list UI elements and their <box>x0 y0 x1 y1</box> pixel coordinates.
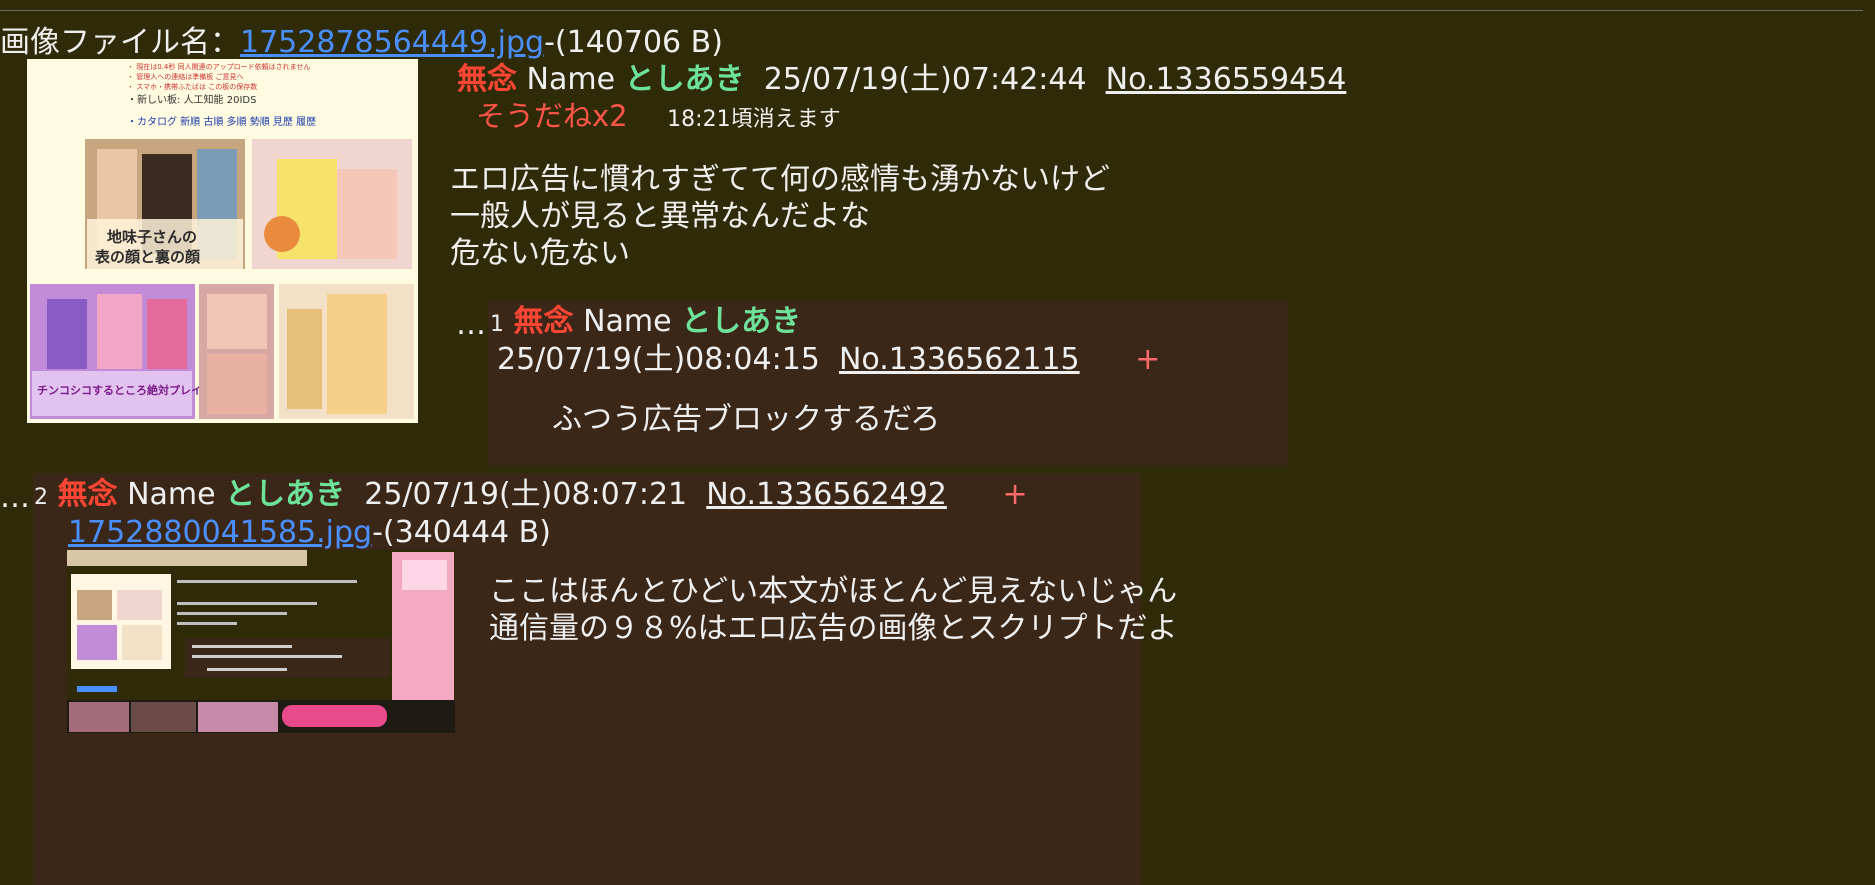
reply-1: 1 無念 Name としあき 25/07/19(土)08:04:15 No.13… <box>488 300 1288 465</box>
reply-1-datetime: 25/07/19(土)08:04:15 <box>497 342 820 377</box>
svg-text:・ スマホ・携帯ふたばは この板の保存数: ・ スマホ・携帯ふたばは この板の保存数 <box>127 82 257 91</box>
sodane-button[interactable]: そうだねx2 <box>476 99 628 133</box>
reply-1-meta: 25/07/19(土)08:04:15 No.1336562115 + <box>497 342 1160 378</box>
op-datetime: 25/07/19(土)07:42:44 <box>763 62 1087 97</box>
thumb-ad1-title2: 表の顔と裏の顔 <box>95 248 201 266</box>
svg-text:・ 現在は0.4秒 同人関連のアップロード依頼はされません: ・ 現在は0.4秒 同人関連のアップロード依頼はされません <box>127 62 310 71</box>
reply-1-plus-button[interactable]: + <box>1135 342 1160 377</box>
top-divider <box>0 10 1863 11</box>
thumb-nav-links: ・カタログ 新順 古順 多順 勢順 見歴 履歴 <box>127 115 316 128</box>
reply-2-thumbnail[interactable] <box>67 550 455 733</box>
reply-2-name-label: Name <box>127 477 216 512</box>
op-file-size: -(140706 B) <box>544 25 723 60</box>
op-body-line: エロ広告に慣れすぎてて何の感情も湧かないけど <box>450 162 1110 197</box>
reply-1-header: 1 無念 Name としあき <box>490 304 802 340</box>
op-sodane-line: そうだねx2 18:21頃消えます <box>476 99 841 135</box>
reply-2-file-size: -(340444 B) <box>372 515 551 550</box>
op-file-line: 画像ファイル名：1752878564449.jpg-(140706 B) <box>0 25 723 61</box>
op-handle: としあき <box>624 62 745 97</box>
file-label: 画像ファイル名： <box>0 25 240 60</box>
op-thumbnail-image: ・ 現在は0.4秒 同人関連のアップロード依頼はされません ・ 管理人への連絡は… <box>27 59 418 423</box>
op-post-no[interactable]: No.1336559454 <box>1106 62 1347 97</box>
expire-notice: 18:21頃消えます <box>667 107 841 132</box>
svg-text:・ 管理人への連絡は準備板 ご意見へ: ・ 管理人への連絡は準備板 ご意見へ <box>127 72 243 81</box>
reply-2-header: 2 無念 Name としあき 25/07/19(土)08:07:21 No.13… <box>34 477 1028 513</box>
reply-2-datetime: 25/07/19(土)08:07:21 <box>364 477 688 512</box>
op-body: エロ広告に慣れすぎてて何の感情も湧かないけど 一般人が見ると異常なんだよな 危な… <box>450 161 1110 272</box>
reply-2-plus-button[interactable]: + <box>1002 477 1027 512</box>
reply-2-file-line: 1752880041585.jpg-(340444 B) <box>68 515 551 551</box>
reply-1-body: ふつう広告ブロックするだろ <box>552 402 941 437</box>
thumb-ad1-title: 地味子さんの <box>107 228 197 246</box>
reply-2-body-line: 通信量の９８%はエロ広告の画像とスクリプトだよ <box>489 611 1178 646</box>
reply-1-post-no[interactable]: No.1336562115 <box>839 342 1080 377</box>
op-meta: 無念 Name としあき 25/07/19(土)07:42:44 No.1336… <box>457 62 1347 98</box>
op-body-line: 一般人が見ると異常なんだよな <box>450 199 870 234</box>
op-body-line: 危ない危ない <box>450 236 630 271</box>
reply-2-body: ここはほんとひどい本文がほとんど見えないじゃん 通信量の９８%はエロ広告の画像と… <box>489 573 1178 647</box>
op-name-label: Name <box>526 62 616 97</box>
reply-2-handle: としあき <box>225 477 346 512</box>
op-subject: 無念 <box>457 62 517 97</box>
reply-2-ellipsis: … <box>0 480 30 515</box>
reply-2-post-no[interactable]: No.1336562492 <box>706 477 947 512</box>
reply-2-subject: 無念 <box>57 477 118 512</box>
reply-1-index: 1 <box>490 312 504 337</box>
thumb-new-board: ・新しい板: 人工知能 20IDS <box>127 93 256 106</box>
reply-2: 2 無念 Name としあき 25/07/19(土)08:07:21 No.13… <box>33 473 1178 885</box>
reply-2-body-line: ここはほんとひどい本文がほとんど見えないじゃん <box>489 574 1178 609</box>
reply-2-index: 2 <box>34 485 48 510</box>
reply-2-thumbnail-image <box>67 550 455 733</box>
reply-1-ellipsis: … <box>456 307 486 342</box>
reply-1-subject: 無念 <box>513 304 574 339</box>
reply-1-handle: としあき <box>681 304 802 339</box>
reply-1-name-label: Name <box>583 304 672 339</box>
op-file-link[interactable]: 1752878564449.jpg <box>240 25 544 60</box>
reply-2-file-link[interactable]: 1752880041585.jpg <box>68 515 372 550</box>
op-thumbnail[interactable]: ・ 現在は0.4秒 同人関連のアップロード依頼はされません ・ 管理人への連絡は… <box>27 59 418 423</box>
